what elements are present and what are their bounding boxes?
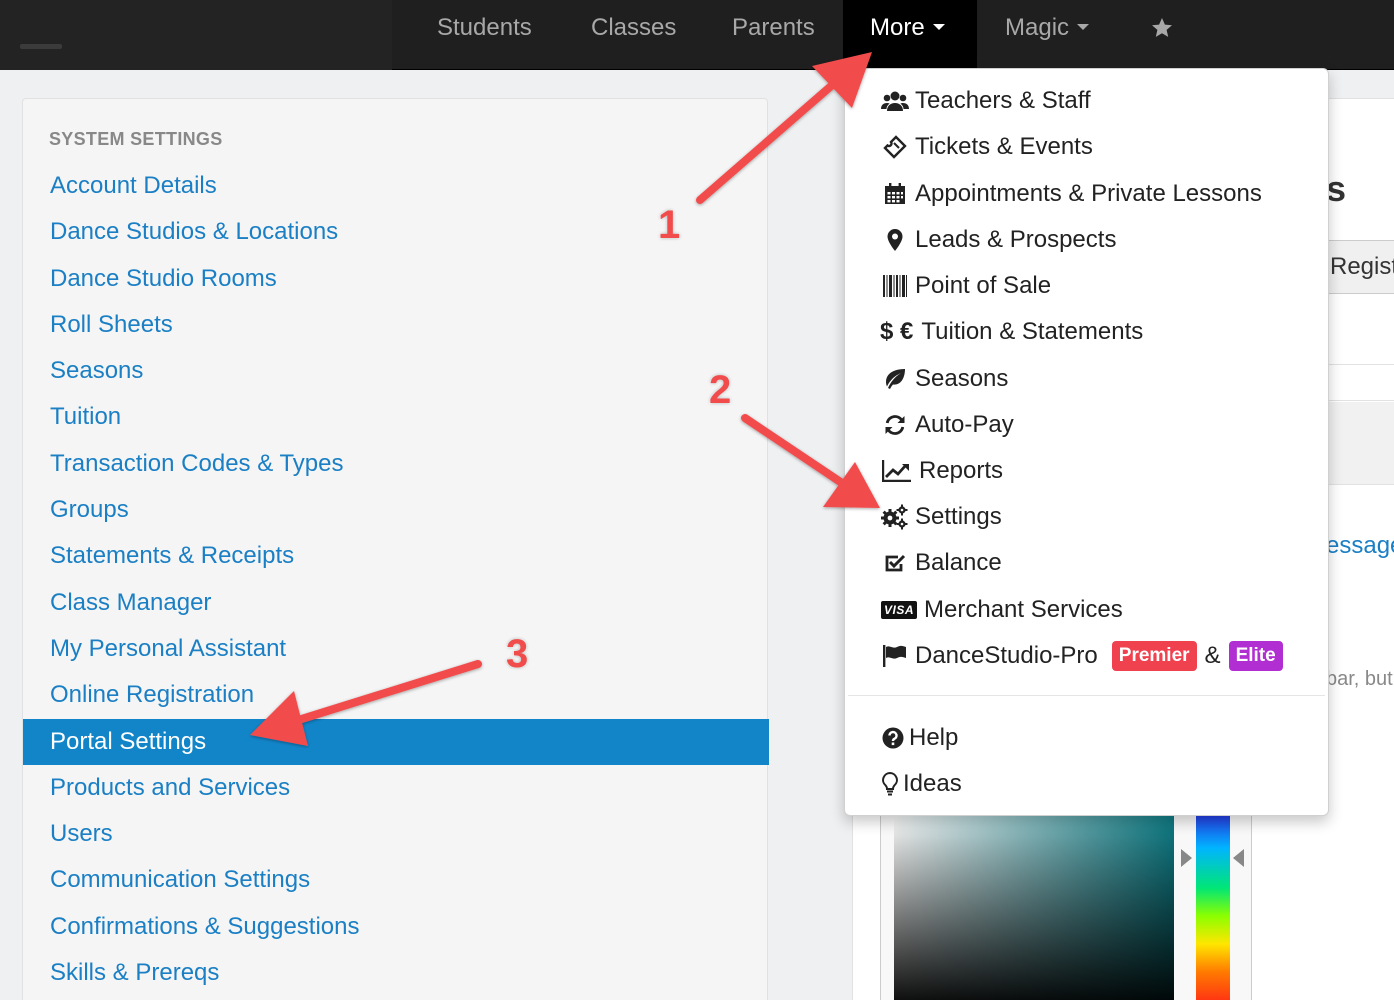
menu-item-leads-prospects[interactable]: Leads & Prospects <box>881 222 1116 258</box>
menu-item-label: Merchant Services <box>924 596 1123 623</box>
nav-magic[interactable]: Magic <box>978 0 1116 56</box>
settings-item-dance-studio-rooms[interactable]: Dance Studio Rooms <box>23 256 769 302</box>
settings-item-online-registration[interactable]: Online Registration <box>23 672 769 718</box>
nav-students[interactable]: Students <box>410 0 559 56</box>
more-dropdown-menu: Teachers & Staff Tickets & Events Appoin… <box>844 68 1329 816</box>
arrow-3-label: 3 <box>505 631 529 677</box>
menu-item-label: Tuition & Statements <box>921 318 1144 345</box>
settings-item-users[interactable]: Users <box>23 811 769 857</box>
registration-button[interactable]: Regist <box>1326 240 1394 294</box>
menu-item-label: Seasons <box>915 365 1009 392</box>
nav-magic-label: Magic <box>1005 14 1070 41</box>
settings-item-seasons[interactable]: Seasons <box>23 348 769 394</box>
hue-slider-right-handle[interactable] <box>1233 849 1244 867</box>
flag-icon <box>881 642 909 670</box>
panel-title: SYSTEM SETTINGS <box>49 129 223 149</box>
refresh-icon <box>881 411 909 439</box>
menu-item-label: Settings <box>915 503 1002 530</box>
settings-item-portal-settings[interactable]: Portal Settings <box>23 718 769 765</box>
settings-item-communication-settings[interactable]: Communication Settings <box>23 857 769 903</box>
chevron-down-icon <box>932 24 945 31</box>
barcode-icon <box>881 272 909 300</box>
page-heading-fragment: s <box>1326 168 1347 209</box>
top-navbar: Students Classes Parents More Magic <box>0 0 1394 70</box>
menu-item-label: Ideas <box>903 770 962 797</box>
nav-classes[interactable]: Classes <box>564 0 703 56</box>
logo-area <box>0 0 392 70</box>
users-icon <box>881 87 909 115</box>
menu-item-label: Reports <box>919 457 1004 484</box>
menu-item-label: DanceStudio-Pro <box>915 642 1098 669</box>
divider <box>1326 400 1394 401</box>
logo-placeholder <box>20 44 62 49</box>
question-circle-icon <box>881 724 905 752</box>
settings-item-personal-assistant[interactable]: My Personal Assistant <box>23 626 769 672</box>
help-text: bar, but <box>1326 668 1393 690</box>
elite-badge: Elite <box>1228 641 1283 671</box>
message-link[interactable]: essage <box>1326 532 1394 560</box>
premier-badge: Premier <box>1111 641 1197 671</box>
menu-item-auto-pay[interactable]: Auto-Pay <box>881 407 1014 443</box>
menu-item-ideas[interactable]: Ideas <box>881 766 962 802</box>
menu-item-label: Auto-Pay <box>915 411 1014 438</box>
menu-divider <box>848 695 1325 696</box>
menu-item-seasons[interactable]: Seasons <box>881 361 1008 397</box>
menu-item-teachers-staff[interactable]: Teachers & Staff <box>881 83 1091 119</box>
menu-item-label: Point of Sale <box>915 272 1052 299</box>
check-square-icon <box>881 549 909 577</box>
settings-item-products-services[interactable]: Products and Services <box>23 765 769 811</box>
menu-item-dancestudio-pro[interactable]: DanceStudio-Pro Premier & Elite <box>881 638 1283 674</box>
settings-item-roll-sheets[interactable]: Roll Sheets <box>23 302 769 348</box>
leaf-icon <box>881 365 909 393</box>
chevron-down-icon <box>1077 24 1090 31</box>
system-settings-panel: SYSTEM SETTINGS Account Details Dance St… <box>22 98 769 1000</box>
line-chart-icon <box>881 457 913 485</box>
menu-item-help[interactable]: Help <box>881 720 958 756</box>
arrow-1-label: 1 <box>657 202 681 248</box>
settings-item-statements-receipts[interactable]: Statements & Receipts <box>23 533 769 579</box>
menu-item-tickets-events[interactable]: Tickets & Events <box>881 129 1093 165</box>
settings-item-groups[interactable]: Groups <box>23 487 769 533</box>
calendar-icon <box>881 180 909 208</box>
divider <box>1326 484 1394 485</box>
gears-icon <box>881 503 909 531</box>
menu-item-label: Tickets & Events <box>915 133 1093 160</box>
menu-item-label: Leads & Prospects <box>915 226 1117 253</box>
nav-more-label: More <box>870 14 925 41</box>
menu-item-appointments[interactable]: Appointments & Private Lessons <box>881 176 1262 212</box>
settings-item-class-manager[interactable]: Class Manager <box>23 580 769 626</box>
menu-item-settings[interactable]: Settings <box>881 499 1002 535</box>
arrow-2-label: 2 <box>708 367 732 413</box>
settings-item-confirmations-suggestions[interactable]: Confirmations & Suggestions <box>23 904 769 950</box>
menu-item-label: Balance <box>915 549 1002 576</box>
settings-item-skills-prereqs[interactable]: Skills & Prereqs <box>23 950 769 996</box>
menu-item-label: Appointments & Private Lessons <box>915 180 1262 207</box>
ampersand-text: & <box>1204 642 1221 669</box>
settings-list: Account Details Dance Studios & Location… <box>23 163 769 996</box>
menu-item-point-of-sale[interactable]: Point of Sale <box>881 268 1051 304</box>
menu-item-tuition-statements[interactable]: $ € Tuition & Statements <box>880 314 1144 350</box>
menu-item-label: Help <box>909 724 959 751</box>
color-picker-hue-slider[interactable] <box>1196 812 1230 1000</box>
menu-item-merchant-services[interactable]: VISA Merchant Services <box>881 592 1123 628</box>
nav-more[interactable]: More <box>843 0 977 70</box>
menu-item-balance[interactable]: Balance <box>881 545 1002 581</box>
settings-item-tuition[interactable]: Tuition <box>23 394 769 440</box>
ticket-icon <box>881 133 909 161</box>
color-picker-saturation-area[interactable] <box>894 812 1174 1000</box>
visa-card-icon: VISA <box>881 601 918 619</box>
star-icon[interactable] <box>1150 0 1174 56</box>
settings-item-transaction-codes[interactable]: Transaction Codes & Types <box>23 441 769 487</box>
nav-parents[interactable]: Parents <box>705 0 842 56</box>
map-marker-icon <box>881 226 909 254</box>
divider <box>1326 364 1394 365</box>
menu-item-reports[interactable]: Reports <box>881 453 1003 489</box>
hue-slider-left-handle[interactable] <box>1181 849 1192 867</box>
content-block <box>1326 402 1394 484</box>
currency-icon: $ € <box>880 318 914 345</box>
menu-item-label: Teachers & Staff <box>915 87 1091 114</box>
lightbulb-icon <box>881 770 899 798</box>
